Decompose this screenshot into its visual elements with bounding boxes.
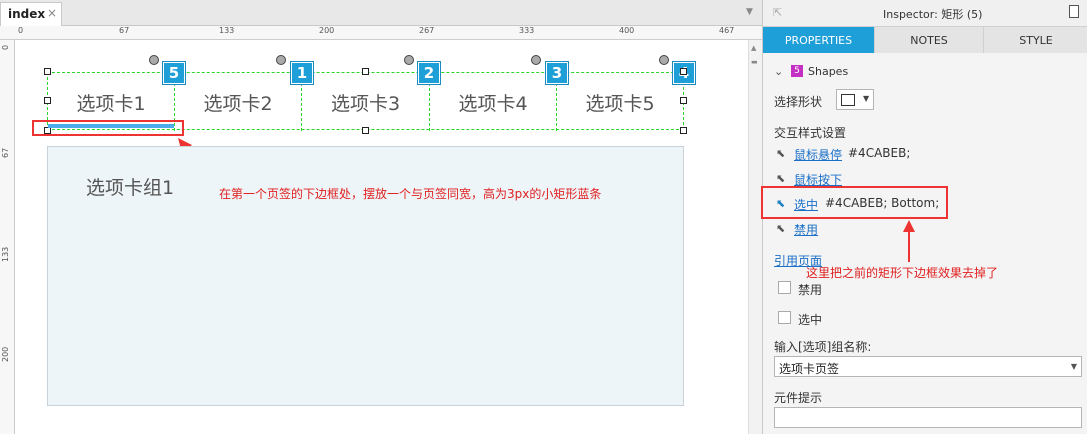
tab-label: 选项卡1 <box>76 92 146 115</box>
resize-handle[interactable] <box>362 127 369 134</box>
selection-order-badge: 1 <box>291 62 313 84</box>
horizontal-ruler: 0 67 133 200 267 333 400 467 <box>0 26 762 40</box>
cursor-down-icon: ⬉ <box>776 172 786 185</box>
disabled-checkbox-label: 禁用 <box>798 283 823 297</box>
annotation-highlight-box <box>32 120 184 136</box>
document-tab-bar: index × ▼ <box>0 0 762 26</box>
tab-label: 选项卡5 <box>585 92 655 115</box>
mouse-over-style-value: #4CABEB; <box>848 146 911 160</box>
resize-handle[interactable] <box>680 68 687 75</box>
inspector-title: Inspector: 矩形 (5) <box>883 8 983 21</box>
shape-picker[interactable]: ▼ <box>836 89 874 110</box>
inspector-tabs: PROPERTIES NOTES STYLE <box>763 27 1087 53</box>
selected-checkbox[interactable] <box>778 311 791 324</box>
resize-handle[interactable] <box>44 97 51 104</box>
tab-notes[interactable]: NOTES <box>875 27 984 53</box>
ruler-tick: 67 <box>1 147 10 158</box>
disabled-style-link[interactable]: 禁用 <box>794 221 818 238</box>
rectangle-icon <box>841 94 855 106</box>
shapes-section-label: Shapes <box>808 65 849 78</box>
tooltip-input[interactable] <box>774 407 1082 428</box>
rotate-handle-icon[interactable] <box>276 55 286 65</box>
rotate-handle-icon[interactable] <box>404 55 414 65</box>
ruler-tick: 400 <box>619 26 635 35</box>
vertical-scrollbar[interactable]: ▲ ▬ <box>748 40 762 434</box>
tab-5[interactable]: 选项卡5 <box>557 73 683 131</box>
selection-order-badge: 3 <box>546 62 568 84</box>
ruler-tick: 133 <box>1 246 10 262</box>
resize-handle[interactable] <box>680 97 687 104</box>
mouse-over-style-link[interactable]: 鼠标悬停 <box>794 146 842 163</box>
document-icon[interactable] <box>1069 5 1079 18</box>
ruler-tick: 67 <box>119 26 130 35</box>
ruler-tick: 200 <box>319 26 335 35</box>
inspector-panel: ⇱ Inspector: 矩形 (5) PROPERTIES NOTES STY… <box>761 0 1087 434</box>
ruler-tick: 0 <box>1 44 10 50</box>
cursor-disabled-icon: ⬉ <box>776 222 786 235</box>
select-shape-label: 选择形状 <box>774 95 823 109</box>
vertical-ruler: 0 67 133 200 <box>0 40 15 434</box>
rotate-handle-icon[interactable] <box>659 55 669 65</box>
annotation-highlight-box <box>761 186 948 219</box>
tooltip-label: 元件提示 <box>774 391 823 405</box>
rotate-handle-icon[interactable] <box>531 55 541 65</box>
scroll-up-icon[interactable]: ▲ <box>751 44 756 52</box>
interaction-styles-label: 交互样式设置 <box>774 126 847 140</box>
rotate-handle-icon[interactable] <box>149 55 159 65</box>
chevron-down-icon[interactable]: ▼ <box>746 7 753 17</box>
tab-properties[interactable]: PROPERTIES <box>763 27 875 53</box>
selected-checkbox-label: 选中 <box>798 313 823 327</box>
inspector-header: ⇱ Inspector: 矩形 (5) <box>763 0 1087 27</box>
annotation-arrow-icon <box>903 220 915 262</box>
ruler-tick: 200 <box>1 346 10 362</box>
tab-2[interactable]: 选项卡2 <box>175 73 302 131</box>
ruler-tick: 333 <box>519 26 535 35</box>
group-name-label: 输入[选项]组名称: <box>774 340 872 354</box>
cursor-hover-icon: ⬉ <box>776 147 786 160</box>
resize-handle[interactable] <box>44 68 51 75</box>
annotation-text: 这里把之前的矩形下边框效果去掉了 <box>806 266 999 280</box>
canvas-area: index × ▼ 0 67 133 200 267 333 400 467 0… <box>0 0 762 434</box>
ruler-tick: 0 <box>18 26 24 35</box>
pin-icon[interactable]: ⇱ <box>773 6 782 19</box>
tab-group-label: 选项卡组1 <box>86 177 175 199</box>
tab-label: 选项卡3 <box>330 92 401 115</box>
disabled-checkbox[interactable] <box>778 281 791 294</box>
tab-4[interactable]: 选项卡4 <box>430 73 557 131</box>
tab-label: 选项卡4 <box>458 92 528 115</box>
tab-3[interactable]: 选项卡3 <box>302 73 430 131</box>
selection-order-badge: 5 <box>163 62 185 84</box>
chevron-down-icon[interactable]: ⌄ <box>774 65 783 78</box>
group-name-input[interactable]: 选项卡页签 ▼ <box>774 356 1082 377</box>
resize-handle[interactable] <box>362 68 369 75</box>
ruler-tick: 467 <box>719 26 735 35</box>
selection-order-badge: 2 <box>418 62 440 84</box>
tab-style[interactable]: STYLE <box>984 27 1087 53</box>
ruler-tick: 267 <box>419 26 435 35</box>
annotation-text: 在第一个页签的下边框处，摆放一个与页签同宽，高为3px的小矩形蓝条 <box>219 187 602 201</box>
chevron-down-icon[interactable]: ▼ <box>1071 362 1077 371</box>
document-tab-label: index <box>8 7 46 21</box>
shapes-count-badge: 5 <box>791 65 803 77</box>
document-tab-index[interactable]: index × <box>0 2 62 26</box>
close-icon[interactable]: × <box>47 6 57 20</box>
tab-label: 选项卡2 <box>203 92 273 115</box>
resize-handle[interactable] <box>680 127 687 134</box>
ruler-tick: 133 <box>219 26 235 35</box>
scroll-thumb-icon[interactable]: ▬ <box>751 58 758 66</box>
group-name-value: 选项卡页签 <box>779 362 840 376</box>
chevron-down-icon: ▼ <box>863 94 870 103</box>
